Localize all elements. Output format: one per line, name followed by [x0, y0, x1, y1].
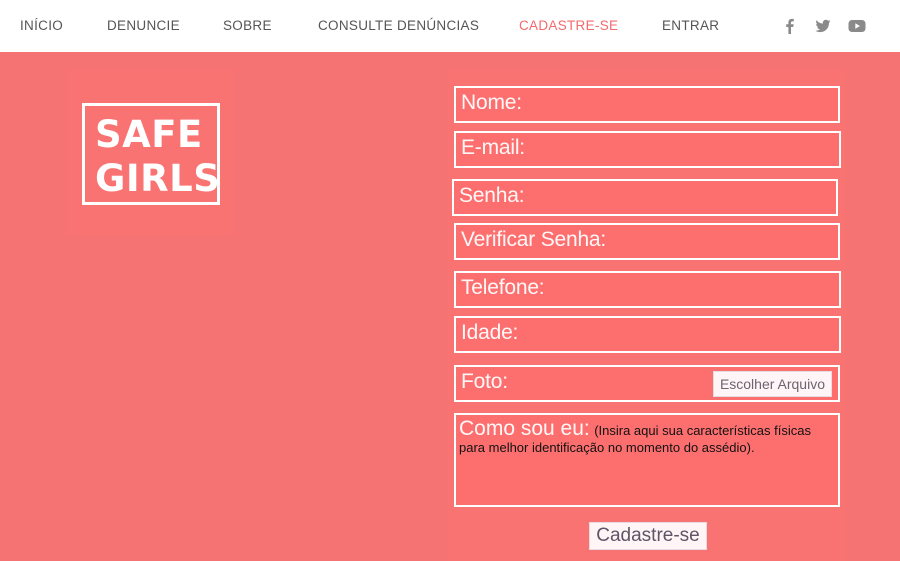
- como-sou-eu-label: Como sou eu:: [459, 417, 590, 440]
- nome-label: Nome:: [461, 91, 522, 114]
- foto-field: Foto: Escolher Arquivo: [454, 365, 840, 402]
- nav-inicio[interactable]: INÍCIO: [20, 18, 63, 33]
- youtube-icon[interactable]: [848, 17, 866, 35]
- senha-label: Senha:: [459, 184, 525, 207]
- nav-denuncie[interactable]: DENUNCIE: [107, 18, 180, 33]
- idade-label: Idade:: [461, 321, 519, 344]
- cadastre-se-submit-button[interactable]: Cadastre-se: [589, 522, 707, 550]
- verificar-senha-label: Verificar Senha:: [461, 228, 607, 251]
- safe-girls-logo: SAFE GIRLS: [82, 103, 220, 205]
- senha-field[interactable]: Senha:: [452, 179, 838, 216]
- telefone-field[interactable]: Telefone:: [454, 271, 841, 308]
- como-sou-eu-textarea[interactable]: Como sou eu: (Insira aqui sua caracterís…: [454, 413, 840, 507]
- email-label: E-mail:: [461, 136, 525, 159]
- como-sou-eu-content: Como sou eu: (Insira aqui sua caracterís…: [459, 417, 834, 456]
- twitter-icon[interactable]: [814, 17, 832, 35]
- foto-label: Foto:: [461, 370, 508, 393]
- nav-cadastre-se[interactable]: CADASTRE-SE: [519, 18, 618, 33]
- facebook-icon[interactable]: [781, 17, 799, 35]
- top-navigation-bar: INÍCIO DENUNCIE SOBRE CONSULTE DENÚNCIAS…: [0, 0, 900, 52]
- logo-line-girls: GIRLS: [95, 157, 221, 200]
- nav-consulte-denuncias[interactable]: CONSULTE DENÚNCIAS: [318, 18, 479, 33]
- logo-line-safe: SAFE: [95, 113, 203, 156]
- idade-field[interactable]: Idade:: [454, 316, 841, 353]
- choose-file-button[interactable]: Escolher Arquivo: [712, 371, 832, 397]
- verificar-senha-field[interactable]: Verificar Senha:: [454, 223, 840, 260]
- nav-sobre[interactable]: SOBRE: [223, 18, 272, 33]
- email-field[interactable]: E-mail:: [454, 131, 841, 168]
- nav-entrar[interactable]: ENTRAR: [662, 18, 719, 33]
- nome-field[interactable]: Nome:: [454, 86, 840, 123]
- telefone-label: Telefone:: [461, 276, 545, 299]
